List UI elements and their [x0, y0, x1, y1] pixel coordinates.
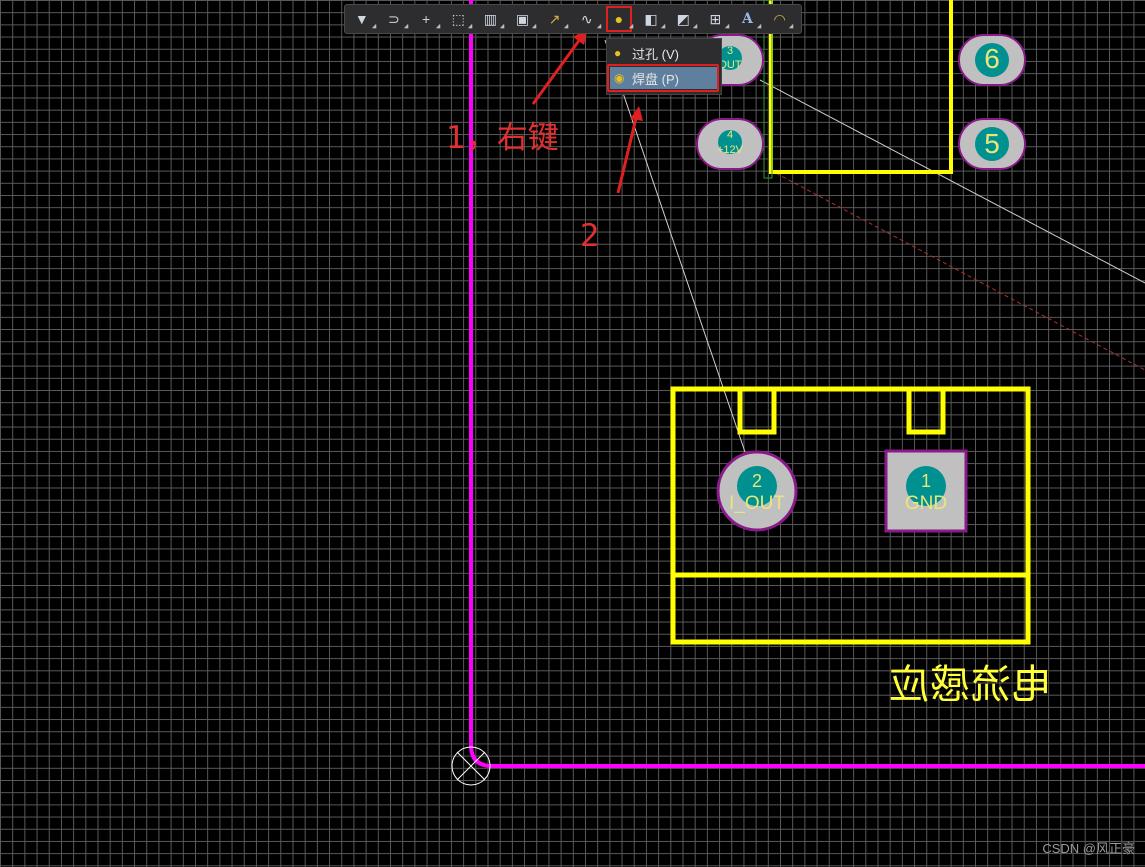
component-label-mirrored: 电流感应 — [888, 662, 1052, 708]
ratsnest-line — [769, 169, 1145, 371]
pad-2-net: I_OUT — [729, 493, 785, 514]
annotation-arrow-2 — [616, 113, 639, 194]
silkscreen-notch-left — [737, 389, 777, 435]
menu-item-pad[interactable]: ◉ 焊盘 (P) — [607, 64, 719, 92]
align-icon[interactable]: ▥ — [480, 8, 502, 30]
component-icon[interactable]: ▣ — [512, 8, 534, 30]
arc-route-icon[interactable]: ∿ — [576, 8, 598, 30]
silkscreen-notch-right — [906, 389, 946, 435]
active-bar-toolbar: ▼ ⊃ + ⬚ ▥ ▣ ↗ ∿ ● ◧ ◩ ⊞ A ◠ — [344, 4, 802, 34]
place-dropdown-menu: ● 过孔 (V) ◉ 焊盘 (P) — [606, 38, 722, 95]
pad-1-number: 1 — [920, 471, 931, 491]
text-icon[interactable]: A — [737, 8, 759, 30]
pcb-canvas[interactable] — [0, 0, 1145, 867]
annotation-step-2: 2 — [580, 218, 600, 254]
interactive-route-icon[interactable]: ⊃ — [383, 8, 405, 30]
pad-6-number: 6 — [984, 43, 1000, 74]
pad-4-net: +12V — [717, 144, 743, 156]
polygon-icon[interactable]: ◩ — [672, 8, 694, 30]
via-icon: ● — [614, 46, 622, 60]
arc-icon[interactable]: ◠ — [769, 8, 791, 30]
menu-item-via[interactable]: ● 过孔 (V) — [610, 42, 718, 64]
menu-item-via-label: 过孔 (V) — [632, 46, 679, 62]
annotation-arrow-1 — [531, 34, 585, 105]
dimension-icon[interactable]: ⊞ — [705, 8, 727, 30]
annotation-step-1: 1，右键 — [446, 120, 559, 156]
pad-3-number: 3 — [726, 45, 734, 57]
pad-5-number: 5 — [984, 128, 1000, 159]
pad-4-number: 4 — [726, 129, 734, 141]
pad-2-number: 2 — [751, 471, 762, 491]
select-area-icon[interactable]: ⬚ — [447, 8, 469, 30]
menu-item-pad-label: 焊盘 (P) — [632, 71, 679, 87]
pad-icon: ◉ — [614, 71, 625, 85]
filter-icon[interactable]: ▼ — [351, 8, 373, 30]
crosshair-icon[interactable]: + — [415, 8, 437, 30]
watermark: CSDN @风正豪 — [1042, 841, 1135, 856]
via-pad-icon[interactable]: ● — [606, 6, 632, 32]
fill-icon[interactable]: ◧ — [640, 8, 662, 30]
route-icon[interactable]: ↗ — [544, 8, 566, 30]
annotation-arrowhead-2 — [630, 106, 643, 121]
pad-1-net: GND — [904, 493, 948, 514]
